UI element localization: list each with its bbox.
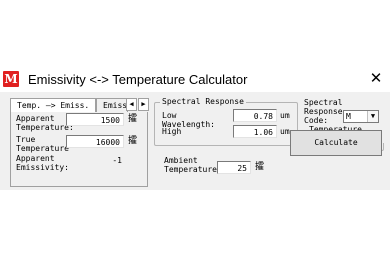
apparent-temperature-unit: 攉 xyxy=(128,114,138,124)
high-wavelength-input[interactable]: 1.06 xyxy=(233,125,277,138)
apparent-emissivity-value: -1 xyxy=(112,156,122,165)
tab-scroll-left-icon[interactable]: ◀ xyxy=(126,98,137,111)
apparent-temperature-input[interactable]: 1500 xyxy=(66,113,124,126)
high-wavelength-unit: um xyxy=(280,127,290,136)
low-wavelength-unit: um xyxy=(280,111,290,120)
response-code-select[interactable]: M ▼ xyxy=(343,110,379,123)
high-wavelength-label: High xyxy=(162,127,182,136)
tab-emiss[interactable]: Emiss xyxy=(96,98,128,112)
response-code-label: Spectral Response Code: xyxy=(304,98,343,125)
response-code-value: M xyxy=(346,112,351,121)
apparent-emissivity-label: Apparent Emissivity: xyxy=(16,154,69,172)
calculator-window: M Emissivity <-> Temperature Calculator … xyxy=(0,68,390,190)
tab-scroll-right-icon[interactable]: ▶ xyxy=(138,98,149,111)
app-icon: M xyxy=(3,71,19,87)
chevron-down-icon[interactable]: ▼ xyxy=(367,111,378,122)
calculate-button[interactable]: Calculate xyxy=(290,130,382,156)
tab-temp-to-emiss[interactable]: Temp. —> Emiss. xyxy=(10,98,97,112)
ambient-temperature-label: Ambient Temperature xyxy=(164,156,217,174)
ambient-temperature-unit: 攉 xyxy=(255,162,265,172)
ambient-temperature-input[interactable]: 25 xyxy=(217,161,251,174)
window-title: Emissivity <-> Temperature Calculator xyxy=(28,72,248,87)
true-temperature-input[interactable]: 16000 xyxy=(66,135,124,148)
close-icon[interactable]: ✕ xyxy=(368,70,384,88)
true-temperature-unit: 攉 xyxy=(128,136,138,146)
low-wavelength-input[interactable]: 0.78 xyxy=(233,109,277,122)
title-bar: M Emissivity <-> Temperature Calculator … xyxy=(0,68,390,92)
spectral-response-title: Spectral Response xyxy=(160,97,246,106)
true-temperature-label: True Temperature xyxy=(16,135,69,153)
